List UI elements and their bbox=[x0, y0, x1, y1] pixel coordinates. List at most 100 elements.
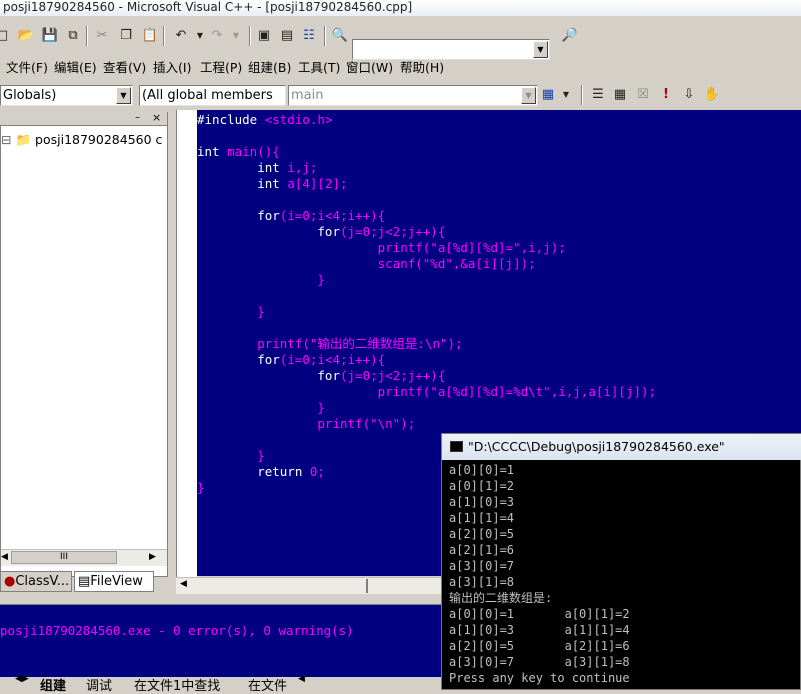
editor-gutter bbox=[176, 110, 197, 590]
code-token: (j=0;j<2;j++){ bbox=[340, 368, 446, 383]
code-line: printf("输出的二维数组是:\n"); bbox=[197, 336, 462, 352]
splitter[interactable] bbox=[168, 110, 176, 604]
build-result-message: posji18790284560.exe - 0 error(s), 0 war… bbox=[0, 623, 354, 638]
tab-fileview-label: FileView bbox=[90, 574, 143, 589]
code-token: for bbox=[197, 208, 280, 223]
find-in-files-icon[interactable]: 🔍 bbox=[330, 25, 350, 45]
tab-scroll-left-icon[interactable]: ◀▶ bbox=[15, 674, 29, 684]
redo-icon[interactable]: ↷ bbox=[207, 25, 227, 45]
code-line: printf("a[%d][%d]=%d\t",i,j,a[i][j]); bbox=[197, 384, 656, 400]
tab-find-in-files-2[interactable]: 在文件 bbox=[248, 675, 287, 694]
menu-edit[interactable]: 编辑(E) bbox=[54, 57, 97, 76]
console-line: a[0][1]=2 bbox=[449, 479, 515, 493]
new-file-icon[interactable]: □ bbox=[0, 25, 12, 45]
function-combo[interactable]: main ▼ bbox=[288, 85, 538, 106]
console-line: a[1][0]=3 bbox=[449, 495, 515, 509]
console-line: a[1][1]=4 bbox=[449, 511, 515, 525]
console-line: a[3][1]=8 bbox=[449, 575, 515, 589]
tree-root-item[interactable]: ⊟ 📁 posji18790284560 c bbox=[1, 132, 162, 148]
stop-build-icon[interactable]: ☒ bbox=[633, 84, 653, 104]
console-line: a[0][0]=1 bbox=[449, 463, 515, 477]
wizard-dropdown-icon[interactable]: ▼ bbox=[556, 84, 576, 104]
scope-combo[interactable]: Globals) ▼ bbox=[0, 85, 133, 106]
code-line: #include <stdio.h> bbox=[197, 112, 332, 128]
go-icon[interactable]: ⇩ bbox=[679, 84, 699, 104]
console-line: 输出的二维数组是: bbox=[449, 591, 553, 605]
undo-icon[interactable]: ↶ bbox=[171, 25, 191, 45]
console-line: a[0][0]=1 a[0][1]=2 bbox=[449, 607, 630, 621]
console-line: Press any key to continue bbox=[449, 671, 630, 685]
window-list-icon[interactable]: ☷ bbox=[299, 25, 319, 45]
tree-expand-icon[interactable]: ⊟ bbox=[1, 132, 11, 147]
redo-dropdown-icon[interactable]: ▼ bbox=[226, 25, 246, 45]
menu-insert[interactable]: 插入(I) bbox=[153, 57, 191, 76]
code-token: printf("\n"); bbox=[197, 416, 416, 431]
close-icon[interactable]: × bbox=[152, 111, 161, 124]
workspace-hscroll[interactable]: ◀ III ▶ bbox=[1, 549, 167, 566]
tab-classview[interactable]: ●ClassV... bbox=[0, 571, 72, 592]
execute-icon[interactable]: ! bbox=[656, 84, 676, 104]
open-folder-icon[interactable]: 📂 bbox=[16, 25, 36, 45]
menu-build[interactable]: 组建(B) bbox=[248, 57, 291, 76]
build-icon[interactable]: ▦ bbox=[610, 84, 630, 104]
toolbar-separator bbox=[581, 85, 583, 105]
breakpoint-hand-icon[interactable]: ✋ bbox=[702, 84, 722, 104]
output-window-icon[interactable]: ▤ bbox=[277, 25, 297, 45]
output-scroll-left-icon[interactable]: ◀ bbox=[298, 674, 305, 684]
members-combo-value: (All global members bbox=[142, 88, 273, 103]
menu-view[interactable]: 查看(V) bbox=[103, 57, 146, 76]
tree-root-label: posji18790284560 c bbox=[35, 132, 163, 147]
compile-icon[interactable]: ☰ bbox=[588, 84, 608, 104]
code-token: a[4][2]; bbox=[287, 176, 348, 191]
code-line: for(j=0;j<2;j++){ bbox=[197, 224, 445, 240]
chevron-down-icon[interactable]: ▼ bbox=[116, 87, 131, 104]
workspace-icon[interactable]: ▣ bbox=[254, 25, 274, 45]
save-icon[interactable]: 💾 bbox=[40, 25, 60, 45]
tab-debug[interactable]: 调试 bbox=[86, 675, 112, 694]
code-token: 0; bbox=[309, 464, 325, 479]
code-line: } bbox=[197, 480, 205, 496]
scroll-right-icon[interactable]: ▶ bbox=[149, 550, 161, 565]
menu-help[interactable]: 帮助(H) bbox=[400, 57, 444, 76]
console-window[interactable]: "D:\CCCC\Debug\posji18790284560.exe" a[0… bbox=[441, 433, 801, 690]
restore-icon[interactable]: – bbox=[135, 112, 140, 123]
scroll-divider bbox=[366, 579, 368, 593]
code-token: } bbox=[197, 448, 265, 463]
console-line: a[2][1]=6 bbox=[449, 543, 515, 557]
scroll-thumb[interactable]: III bbox=[11, 551, 117, 564]
members-combo[interactable]: (All global members bbox=[139, 85, 286, 106]
cut-icon[interactable]: ✂ bbox=[92, 25, 112, 45]
menu-window[interactable]: 窗口(W) bbox=[346, 57, 393, 76]
tab-find-in-files-1[interactable]: 在文件1中查找 bbox=[134, 675, 220, 694]
scroll-left-icon[interactable]: ◀ bbox=[1, 550, 11, 565]
toolbar-separator bbox=[86, 26, 88, 46]
console-line: a[1][0]=3 a[1][1]=4 bbox=[449, 623, 630, 637]
menu-project[interactable]: 工程(P) bbox=[200, 57, 242, 76]
console-line: a[3][0]=7 a[3][1]=8 bbox=[449, 655, 630, 669]
scroll-left-icon[interactable]: ◀ bbox=[180, 579, 187, 589]
code-line: for(i=0;i<4;i++){ bbox=[197, 208, 385, 224]
code-token: main(){ bbox=[227, 144, 280, 159]
code-token: (i=0;i<4;i++){ bbox=[279, 352, 386, 367]
code-token: <stdio.h> bbox=[264, 112, 333, 127]
chevron-down-icon[interactable]: ▼ bbox=[521, 87, 536, 104]
tab-fileview[interactable]: ▤FileView bbox=[74, 571, 154, 592]
code-token: int bbox=[197, 144, 228, 159]
paste-icon[interactable]: 📋 bbox=[140, 25, 160, 45]
tab-build[interactable]: 组建 bbox=[40, 675, 66, 694]
menu-tools[interactable]: 工具(T) bbox=[298, 57, 340, 76]
save-all-icon[interactable]: ⧉ bbox=[63, 25, 83, 45]
workspace-tree: – × ⊟ 📁 posji18790284560 c ◀ III ▶ bbox=[0, 111, 168, 577]
scope-combo-value: Globals) bbox=[3, 88, 57, 103]
code-token: printf("a[%d][%d]=%d\t",i,j,a[i][j]); bbox=[197, 384, 657, 399]
find-icon[interactable]: 🔎 bbox=[560, 25, 580, 45]
code-token: } bbox=[197, 400, 325, 415]
function-combo-value: main bbox=[291, 88, 324, 103]
menu-file[interactable]: 文件(F) bbox=[6, 57, 48, 76]
wizard-actions-icon[interactable]: ▦ bbox=[538, 84, 558, 104]
copy-icon[interactable]: ❐ bbox=[116, 25, 136, 45]
code-token: } bbox=[197, 480, 205, 495]
code-line: int i,j; bbox=[197, 160, 317, 176]
code-token: for bbox=[197, 368, 340, 383]
console-title-bar[interactable]: "D:\CCCC\Debug\posji18790284560.exe" bbox=[442, 434, 801, 460]
